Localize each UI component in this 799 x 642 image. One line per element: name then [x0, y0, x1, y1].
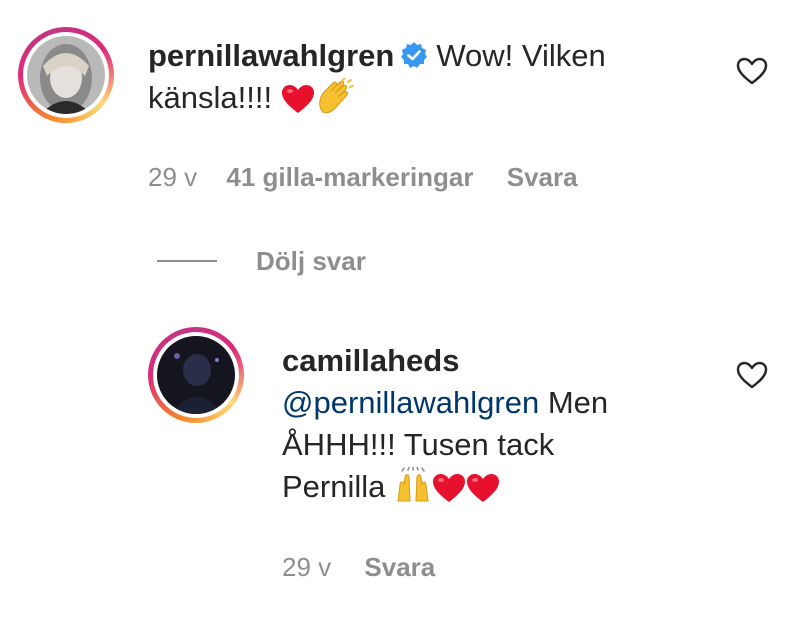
- like-comment-heart-icon[interactable]: [736, 57, 770, 87]
- reply-text-line3: Pernilla: [282, 469, 386, 504]
- replies-divider: [157, 260, 217, 262]
- comment-username[interactable]: pernillawahlgren: [148, 38, 394, 73]
- like-reply-heart-icon[interactable]: [736, 361, 770, 391]
- reply-mention-link[interactable]: @pernillawahlgren: [282, 385, 539, 420]
- reply-reply-button[interactable]: Svara: [364, 552, 435, 582]
- comment-text-part1: Wow! Vilken: [436, 38, 606, 73]
- clapping-hands-emoji-icon: [315, 77, 355, 125]
- red-heart-emoji-icon: [466, 472, 500, 514]
- comment-likes-count[interactable]: 41 gilla-markeringar: [226, 162, 473, 192]
- comment-body: pernillawahlgren Wow! Vilken känsla!!!!: [148, 35, 688, 125]
- red-heart-emoji-icon: [281, 83, 315, 125]
- raising-hands-emoji-icon: [394, 466, 432, 514]
- reply-text-line2: ÅHHH!!! Tusen tack: [282, 427, 555, 462]
- comment-meta: 29 v 41 gilla-markeringar Svara: [148, 161, 578, 193]
- avatar-camillaheds[interactable]: [148, 327, 244, 423]
- red-heart-emoji-icon: [432, 472, 466, 514]
- avatar-image: [157, 336, 235, 414]
- hide-replies-label: Dölj svar: [256, 246, 366, 276]
- comment-text-part2: känsla!!!!: [148, 80, 273, 115]
- avatar-pernillawahlgren[interactable]: [18, 27, 114, 123]
- reply-time[interactable]: 29 v: [282, 552, 331, 582]
- avatar-image: [27, 36, 105, 114]
- hide-replies-button[interactable]: Dölj svar: [256, 245, 366, 277]
- reply-text-line1: Men: [547, 385, 609, 420]
- reply-username[interactable]: camillaheds: [282, 343, 459, 378]
- reply-body: camillaheds @pernillawahlgren Men ÅHHH!!…: [282, 340, 702, 514]
- comment-reply-button[interactable]: Svara: [507, 162, 578, 192]
- reply-meta: 29 v Svara: [282, 551, 435, 583]
- comment-time[interactable]: 29 v: [148, 162, 197, 192]
- verified-badge-icon: [400, 38, 428, 68]
